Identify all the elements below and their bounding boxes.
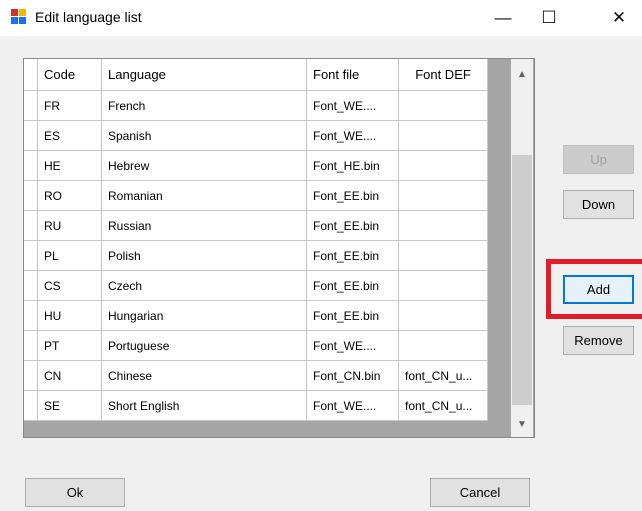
language-grid[interactable]: Code Language Font file Font DEF FR Frenc… [23,58,535,438]
cell-code[interactable]: PL [37,240,102,271]
cell-font-file[interactable]: Font_WE.... [306,330,399,361]
cancel-button[interactable]: Cancel [430,478,530,507]
row-header[interactable] [24,300,38,331]
cell-font-file[interactable]: Font_EE.bin [306,210,399,241]
row-header[interactable] [24,270,38,301]
cell-font-file[interactable]: Font_EE.bin [306,180,399,211]
cell-code[interactable]: HU [37,300,102,331]
window-title: Edit language list [35,9,142,25]
cell-font-def[interactable] [398,300,488,331]
cell-font-file[interactable]: Font_HE.bin [306,150,399,181]
scroll-up-arrow-icon[interactable]: ▲ [511,65,533,85]
cell-code[interactable]: PT [37,330,102,361]
cell-font-file[interactable]: Font_WE.... [306,90,399,121]
cell-font-def[interactable]: font_CN_u... [398,360,488,391]
cell-font-file[interactable]: Font_CN.bin [306,360,399,391]
row-header[interactable] [24,360,38,391]
header-font-def[interactable]: Font DEF [398,59,488,91]
row-header-corner [24,59,38,91]
table-row[interactable]: RO Romanian Font_EE.bin [24,180,488,211]
cell-font-def[interactable] [398,210,488,241]
app-icon [11,9,27,25]
row-header[interactable] [24,390,38,421]
table-row[interactable]: CN Chinese Font_CN.bin font_CN_u... [24,360,488,391]
cell-font-def[interactable] [398,330,488,361]
cell-language[interactable]: Hungarian [101,300,307,331]
cell-font-file[interactable]: Font_WE.... [306,390,399,421]
cell-font-def[interactable]: font_CN_u... [398,390,488,421]
maximize-button[interactable]: ☐ [526,0,572,36]
table-row[interactable]: RU Russian Font_EE.bin [24,210,488,241]
table-row[interactable]: PT Portuguese Font_WE.... [24,330,488,361]
title-bar: Edit language list — ☐ ✕ [0,0,642,36]
header-font-file[interactable]: Font file [306,59,399,91]
cell-font-def[interactable] [398,180,488,211]
header-language[interactable]: Language [101,59,307,91]
row-header[interactable] [24,330,38,361]
cell-language[interactable]: Russian [101,210,307,241]
cell-code[interactable]: SE [37,390,102,421]
scroll-down-arrow-icon[interactable]: ▼ [511,415,533,435]
cell-code[interactable]: RU [37,210,102,241]
cell-font-file[interactable]: Font_EE.bin [306,300,399,331]
close-button[interactable]: ✕ [596,0,642,36]
row-header[interactable] [24,240,38,271]
cell-code[interactable]: HE [37,150,102,181]
up-button[interactable]: Up [563,145,634,174]
cell-code[interactable]: CN [37,360,102,391]
vertical-scrollbar[interactable]: ▲ ▼ [511,59,533,437]
table-row[interactable]: FR French Font_WE.... [24,90,488,121]
cell-language[interactable]: Spanish [101,120,307,151]
row-header[interactable] [24,120,38,151]
cell-language[interactable]: Chinese [101,360,307,391]
cell-language[interactable]: Polish [101,240,307,271]
add-button[interactable]: Add [563,275,634,304]
table-row[interactable]: HE Hebrew Font_HE.bin [24,150,488,181]
row-header[interactable] [24,90,38,121]
table-row[interactable]: CS Czech Font_EE.bin [24,270,488,301]
cell-font-def[interactable] [398,270,488,301]
cell-font-def[interactable] [398,150,488,181]
table-row[interactable]: PL Polish Font_EE.bin [24,240,488,271]
row-header[interactable] [24,180,38,211]
cell-language[interactable]: Portuguese [101,330,307,361]
header-code[interactable]: Code [37,59,102,91]
scrollbar-thumb[interactable] [512,155,532,405]
table-row[interactable]: HU Hungarian Font_EE.bin [24,300,488,331]
cell-code[interactable]: FR [37,90,102,121]
cell-font-def[interactable] [398,240,488,271]
cell-language[interactable]: Short English [101,390,307,421]
table-row[interactable]: ES Spanish Font_WE.... [24,120,488,151]
cell-code[interactable]: RO [37,180,102,211]
cell-font-def[interactable] [398,120,488,151]
row-header[interactable] [24,210,38,241]
row-header[interactable] [24,150,38,181]
cell-font-file[interactable]: Font_EE.bin [306,240,399,271]
table-row[interactable]: SE Short English Font_WE.... font_CN_u... [24,390,488,421]
cell-language[interactable]: French [101,90,307,121]
cell-code[interactable]: CS [37,270,102,301]
cell-code[interactable]: ES [37,120,102,151]
minimize-button[interactable]: — [480,0,526,36]
grid-header-row: Code Language Font file Font DEF [24,59,488,91]
language-table: Code Language Font file Font DEF FR Frenc… [24,59,488,421]
cell-language[interactable]: Romanian [101,180,307,211]
cell-font-def[interactable] [398,90,488,121]
down-button[interactable]: Down [563,190,634,219]
cell-language[interactable]: Hebrew [101,150,307,181]
ok-button[interactable]: Ok [25,478,125,507]
cell-font-file[interactable]: Font_EE.bin [306,270,399,301]
cell-language[interactable]: Czech [101,270,307,301]
cell-font-file[interactable]: Font_WE.... [306,120,399,151]
remove-button[interactable]: Remove [563,326,634,355]
